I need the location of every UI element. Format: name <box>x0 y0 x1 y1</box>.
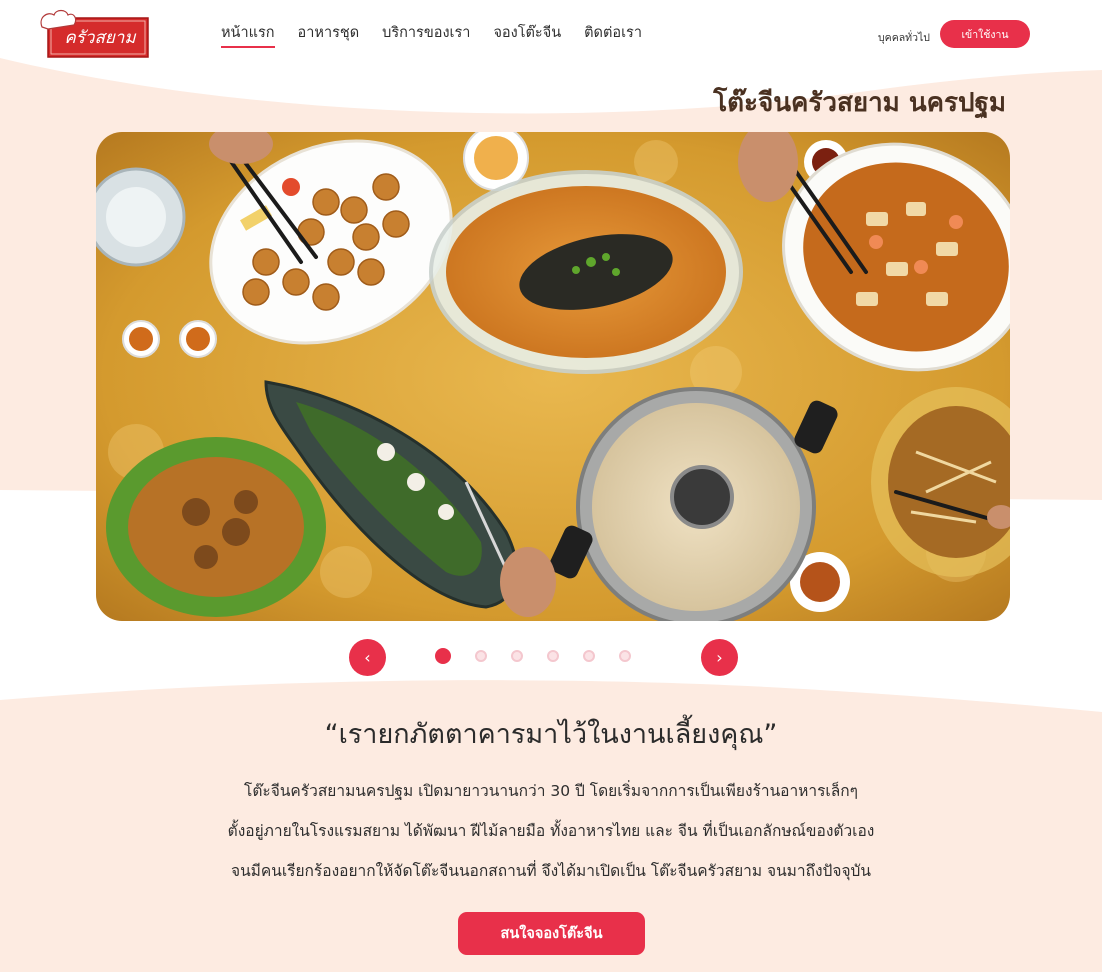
carousel-dot-6[interactable] <box>619 650 631 662</box>
carousel-dot-2[interactable] <box>475 650 487 662</box>
nav-item-booking[interactable]: จองโต๊ะจีน <box>493 24 561 48</box>
chevron-right-icon: › <box>716 648 723 667</box>
carousel-dot-1[interactable] <box>435 648 451 664</box>
main-nav: หน้าแรก อาหารชุด บริการของเรา จองโต๊ะจีน… <box>221 24 642 48</box>
carousel-next-button[interactable]: › <box>701 639 738 676</box>
about-line-3: จนมีคนเรียกร้องอยากให้จัดโต๊ะจีนนอกสถานท… <box>230 862 871 880</box>
book-table-button[interactable]: สนใจจองโต๊ะจีน <box>458 912 645 955</box>
nav-item-services[interactable]: บริการของเรา <box>382 24 470 48</box>
nav-item-contact[interactable]: ติดต่อเรา <box>584 24 642 48</box>
site-header: ครัวสยาม หน้าแรก อาหารชุด บริการของเรา จ… <box>0 0 1102 70</box>
about-line-1: โต๊ะจีนครัวสยามนครปฐม เปิดมายาวนานกว่า 3… <box>244 782 858 800</box>
general-user-link[interactable]: บุคคลทั่วไป <box>878 29 930 46</box>
chevron-left-icon: ‹ <box>364 648 371 667</box>
page-title: โต๊ะจีนครัวสยาม นครปฐม <box>713 88 1006 118</box>
login-button[interactable]: เข้าใช้งาน <box>940 20 1030 48</box>
about-quote: “เรายกภัตตาคารมาไว้ในงานเลี้ยงคุณ” <box>324 719 778 750</box>
carousel-dot-4[interactable] <box>547 650 559 662</box>
logo[interactable]: ครัวสยาม <box>38 9 150 59</box>
nav-item-home[interactable]: หน้าแรก <box>221 24 275 48</box>
carousel-dots <box>435 648 631 664</box>
logo-text: ครัวสยาม <box>64 28 136 48</box>
about-line-2: ตั้งอยู่ภายในโรงแรมสยาม ได้พัฒนา ฝีไม้ลา… <box>227 822 875 840</box>
carousel-dot-5[interactable] <box>583 650 595 662</box>
carousel-prev-button[interactable]: ‹ <box>349 639 386 676</box>
carousel-dot-3[interactable] <box>511 650 523 662</box>
hero-image <box>96 132 1010 621</box>
nav-item-set-menu[interactable]: อาหารชุด <box>298 24 360 48</box>
